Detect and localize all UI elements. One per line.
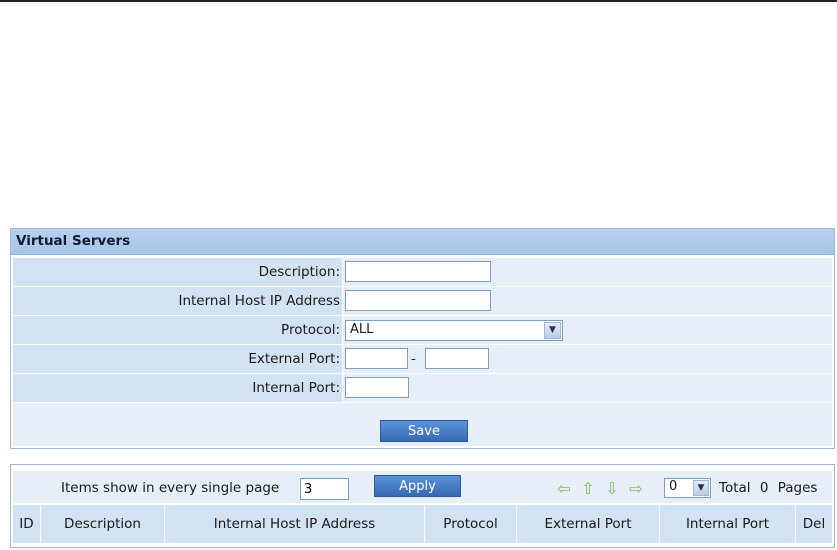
external-port-end-input[interactable]	[425, 348, 489, 369]
column-header-external-port: External Port	[517, 505, 660, 543]
arrow-right-icon[interactable]: ⇨	[626, 480, 646, 498]
internal-port-label: Internal Port:	[13, 374, 343, 403]
host-ip-input[interactable]	[345, 290, 491, 311]
internal-port-input[interactable]	[345, 377, 409, 398]
description-row: Description:	[13, 258, 832, 287]
save-row: Save	[13, 420, 832, 446]
virtual-servers-list: Items show in every single page Apply ⇦ …	[10, 464, 835, 548]
page-navigation: ⇦ ⇧ ⇩ ⇨	[554, 480, 650, 498]
virtual-servers-form: Virtual Servers Description: Internal Ho…	[10, 228, 835, 449]
description-input[interactable]	[345, 261, 491, 282]
apply-button[interactable]: Apply	[374, 475, 461, 497]
column-header-protocol: Protocol	[425, 505, 517, 543]
chevron-down-icon[interactable]: ▼	[693, 480, 709, 496]
page-select[interactable]: 0 ▼	[664, 478, 711, 498]
column-header-host-ip: Internal Host IP Address	[165, 505, 425, 543]
arrow-up-icon[interactable]: ⇧	[578, 480, 598, 498]
protocol-selected-value: ALL	[350, 322, 374, 337]
description-label: Description:	[13, 258, 343, 287]
table-header-row: ID Description Internal Host IP Address …	[13, 505, 832, 543]
external-port-start-input[interactable]	[345, 348, 408, 369]
total-pages-text: Total 0 Pages	[719, 480, 817, 496]
host-ip-label: Internal Host IP Address	[13, 287, 343, 316]
column-header-description: Description	[41, 505, 165, 543]
protocol-row: Protocol: ALL ▼	[13, 316, 832, 345]
host-ip-row: Internal Host IP Address	[13, 287, 832, 316]
arrow-left-icon[interactable]: ⇦	[554, 480, 574, 498]
arrow-down-icon[interactable]: ⇩	[602, 480, 622, 498]
external-port-row: External Port: -	[13, 345, 832, 374]
total-suffix: Pages	[777, 480, 818, 496]
external-port-label: External Port:	[13, 345, 343, 374]
pagination-bar: Items show in every single page Apply ⇦ …	[13, 471, 832, 503]
panel-title-bar: Virtual Servers	[11, 229, 834, 255]
items-per-page-input[interactable]	[300, 478, 349, 500]
top-border-line	[0, 0, 837, 2]
column-header-id: ID	[13, 505, 41, 543]
column-header-del: Del	[802, 516, 826, 532]
internal-port-row: Internal Port:	[13, 374, 832, 403]
save-button[interactable]: Save	[380, 420, 468, 442]
items-per-page-label: Items show in every single page	[61, 480, 280, 496]
total-prefix: Total	[719, 480, 751, 496]
port-range-separator: -	[411, 351, 416, 367]
total-pages-count: 0	[759, 480, 769, 496]
panel-title: Virtual Servers	[16, 233, 131, 249]
protocol-label: Protocol:	[13, 316, 343, 345]
chevron-down-icon[interactable]: ▼	[544, 322, 561, 339]
protocol-select[interactable]: ALL ▼	[345, 320, 563, 341]
page-selected-value: 0	[669, 479, 678, 494]
column-header-internal-port: Internal Port	[660, 505, 796, 543]
